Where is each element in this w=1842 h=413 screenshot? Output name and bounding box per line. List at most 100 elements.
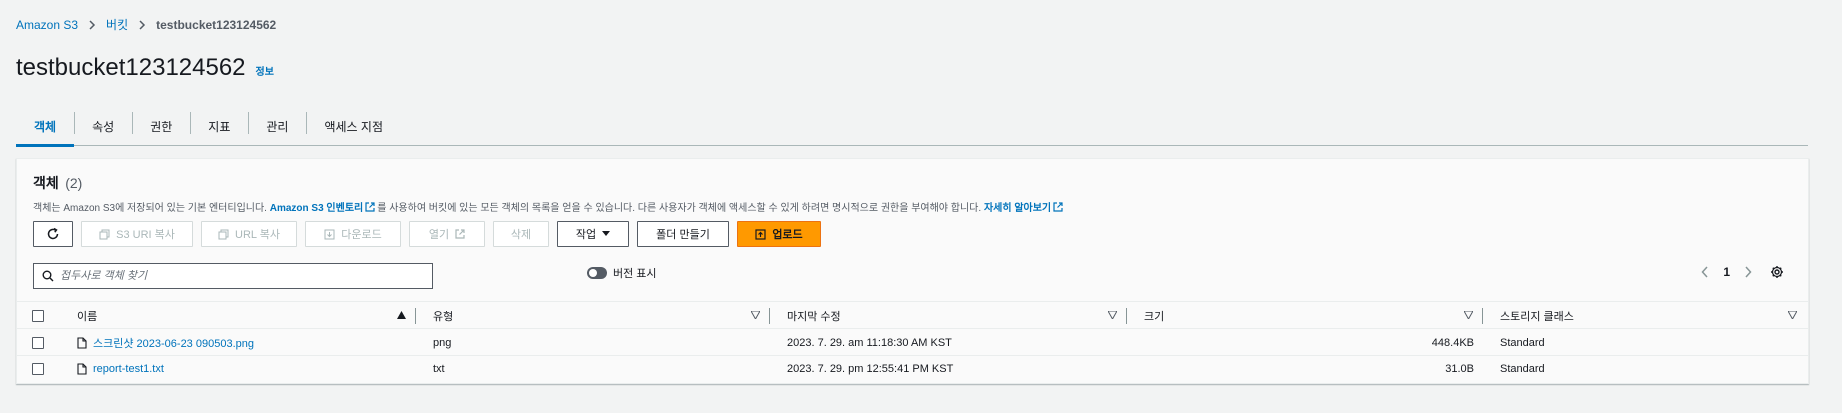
create-folder-button[interactable]: 폴더 만들기 [637, 221, 729, 247]
name-cell: 스크린샷 2023-06-23 090503.png [77, 330, 254, 356]
caret-down-icon [602, 231, 611, 236]
copy-url-button[interactable]: URL 복사 [201, 221, 297, 247]
page-title: testbucket123124562 [16, 54, 246, 81]
column-divider[interactable] [1126, 308, 1127, 324]
object-name-link[interactable]: 스크린샷 2023-06-23 090503.png [93, 335, 254, 351]
row-checkbox[interactable] [32, 337, 44, 349]
refresh-icon [47, 227, 59, 240]
upload-button[interactable]: 업로드 [737, 221, 821, 247]
select-all-cell [32, 302, 44, 330]
table-row[interactable]: 스크린샷 2023-06-23 090503.png png 2023. 7. … [17, 330, 1808, 356]
info-link[interactable]: 정보 [256, 63, 274, 78]
tab-objects[interactable]: 객체 [16, 106, 75, 147]
file-icon [77, 337, 87, 349]
size-cell: 448.4KB [1431, 337, 1474, 349]
open-label: 열기 [428, 229, 450, 241]
learn-more-link[interactable]: 자세히 알아보기 [984, 203, 1051, 214]
sort-icon[interactable] [1464, 311, 1473, 319]
copy-s3-uri-button[interactable]: S3 URI 복사 [81, 221, 193, 247]
breadcrumb-amazon-s3[interactable]: Amazon S3 [16, 18, 78, 32]
tab-access-points[interactable]: 액세스 지점 [306, 106, 401, 146]
column-divider[interactable] [1482, 308, 1483, 324]
column-divider[interactable] [415, 308, 416, 324]
copy-icon [218, 229, 229, 239]
upload-label: 업로드 [772, 229, 803, 241]
sort-icon[interactable] [1108, 311, 1117, 319]
tab-metrics[interactable]: 지표 [190, 106, 248, 146]
prev-page-icon[interactable] [1701, 266, 1709, 278]
pagination: 1 [1701, 265, 1752, 279]
download-icon [324, 229, 335, 239]
chevron-right-icon [138, 19, 146, 30]
copy-url-label: URL 복사 [235, 229, 280, 241]
table-row[interactable]: report-test1.txt txt 2023. 7. 29. pm 12:… [17, 356, 1808, 382]
gear-icon[interactable] [1770, 265, 1784, 279]
next-page-icon[interactable] [1744, 266, 1752, 278]
column-header-name[interactable]: 이름 [77, 302, 97, 330]
delete-button[interactable]: 삭제 [493, 221, 549, 247]
search-box [33, 263, 433, 289]
open-button[interactable]: 열기 [409, 221, 485, 247]
panel-title: 객체 [33, 175, 59, 191]
modified-cell: 2023. 7. 29. pm 12:55:41 PM KST [787, 363, 954, 375]
inventory-link[interactable]: Amazon S3 인벤토리 [270, 203, 363, 214]
type-cell: png [433, 337, 452, 349]
panel-header: 객체 (2) [33, 173, 82, 193]
file-icon [77, 363, 87, 375]
row-checkbox[interactable] [32, 363, 44, 375]
refresh-button[interactable] [33, 221, 73, 247]
column-header-storage-class[interactable]: 스토리지 클래스 [1500, 302, 1574, 330]
select-all-checkbox[interactable] [32, 310, 44, 322]
object-name-link[interactable]: report-test1.txt [93, 363, 164, 375]
objects-panel: 객체 (2) 객체는 Amazon S3에 저장되어 있는 기본 엔터티입니다.… [16, 158, 1809, 384]
object-count: (2) [65, 175, 83, 191]
column-divider[interactable] [769, 308, 770, 324]
download-label: 다운로드 [341, 229, 382, 241]
chevron-right-icon [88, 19, 96, 30]
search-input[interactable] [60, 270, 424, 282]
upload-icon [755, 228, 766, 240]
search-icon [42, 270, 54, 282]
create-folder-label: 폴더 만들기 [656, 229, 710, 241]
tab-management[interactable]: 관리 [248, 106, 306, 146]
page-number[interactable]: 1 [1723, 265, 1730, 279]
tab-properties[interactable]: 속성 [74, 106, 132, 146]
tab-permissions[interactable]: 권한 [132, 106, 190, 146]
actions-label: 작업 [575, 229, 597, 241]
row-select-cell [32, 356, 44, 382]
delete-label: 삭제 [510, 229, 532, 241]
name-cell: report-test1.txt [77, 356, 164, 382]
actions-dropdown[interactable]: 작업 [557, 221, 629, 247]
title-row: testbucket123124562 정보 [16, 54, 274, 82]
version-toggle-label: 버전 표시 [613, 268, 657, 280]
type-cell: txt [433, 363, 445, 375]
modified-cell: 2023. 7. 29. am 11:18:30 AM KST [787, 337, 952, 349]
size-cell: 31.0B [1445, 363, 1474, 375]
sort-icon[interactable] [1788, 311, 1797, 319]
external-link-icon [1053, 202, 1063, 212]
version-toggle[interactable]: 버전 표시 [587, 265, 657, 281]
toggle-switch[interactable] [587, 267, 607, 279]
sort-ascending-icon[interactable] [397, 311, 406, 319]
breadcrumb-current: testbucket123124562 [156, 17, 277, 32]
storage-class-cell: Standard [1500, 337, 1545, 349]
storage-class-cell: Standard [1500, 363, 1545, 375]
toolbar: S3 URI 복사 URL 복사 다운로드 열기 삭제 작업 폴더 만들기 업로… [33, 221, 821, 247]
breadcrumb: Amazon S3 버킷 testbucket123124562 [16, 16, 276, 33]
copy-icon [99, 229, 110, 239]
download-button[interactable]: 다운로드 [305, 221, 401, 247]
row-select-cell [32, 330, 44, 356]
sort-icon[interactable] [751, 311, 760, 319]
tab-bar: 객체 속성 권한 지표 관리 액세스 지점 [16, 106, 1808, 147]
column-header-type[interactable]: 유형 [433, 302, 453, 330]
copy-s3-uri-label: S3 URI 복사 [116, 229, 175, 241]
table-header: 이름 유형 마지막 수정 크기 스토리지 클래스 [17, 301, 1808, 329]
panel-description: 객체는 Amazon S3에 저장되어 있는 기본 엔터티입니다. Amazon… [33, 199, 1065, 214]
breadcrumb-buckets[interactable]: 버킷 [106, 16, 128, 33]
external-link-icon [365, 202, 375, 212]
desc-prefix: 객체는 Amazon S3에 저장되어 있는 기본 엔터티입니다. [33, 203, 267, 214]
external-link-icon [455, 229, 465, 239]
desc-middle: 를 사용하여 버킷에 있는 모든 객체의 목록을 얻을 수 있습니다. 다른 사… [377, 203, 982, 214]
column-header-modified[interactable]: 마지막 수정 [787, 302, 841, 330]
column-header-size[interactable]: 크기 [1144, 302, 1164, 330]
